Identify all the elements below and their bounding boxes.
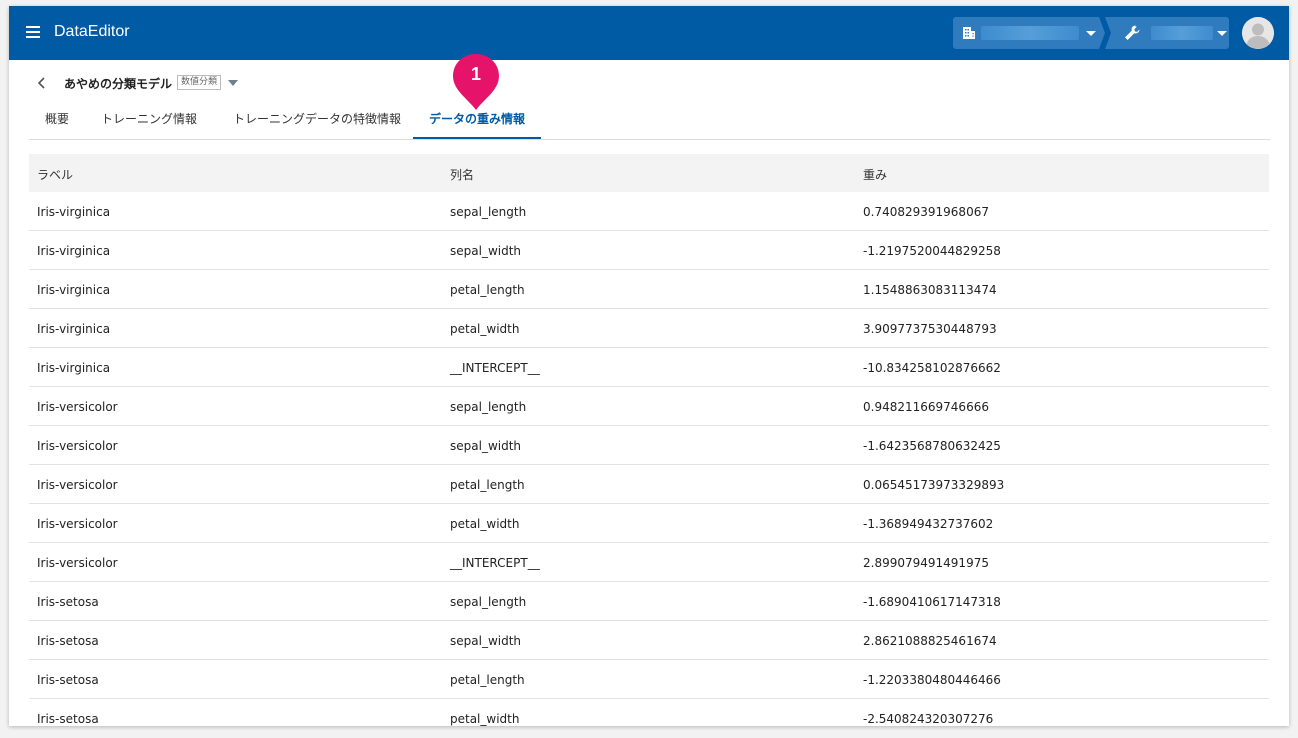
cell-column-name: petal_width	[450, 712, 520, 726]
back-chevron-icon[interactable]	[36, 76, 48, 90]
cell-column-name: petal_length	[450, 283, 525, 297]
app-window: DataEditor あやめの分類モデル 数値分類 概要 トレーニング情報 トレ…	[9, 6, 1289, 726]
chevron-down-icon	[1217, 31, 1227, 36]
table-row: Iris-virginica __INTERCEPT__ -10.834258102…	[29, 348, 1269, 387]
cell-weight: -1.6423568780632425	[863, 439, 1001, 453]
model-name: あやめの分類モデル	[64, 77, 173, 91]
cell-weight: 0.948211669746666	[863, 400, 989, 414]
cell-label: Iris-virginica	[37, 361, 111, 375]
cell-weight: 0.06545173973329893	[863, 478, 1005, 492]
user-avatar-icon[interactable]	[1242, 17, 1274, 49]
cell-label: Iris-setosa	[37, 595, 99, 609]
cell-label: Iris-versicolor	[37, 556, 118, 570]
table-header: ラベル 列名 重み	[29, 154, 1269, 192]
tab-training-info[interactable]: トレーニング情報	[89, 104, 209, 139]
table-row: Iris-virginica petal_length 1.154886308311…	[29, 270, 1269, 309]
cell-label: Iris-virginica	[37, 322, 111, 336]
table-row: Iris-setosa petal_length -1.22033804804464…	[29, 660, 1269, 699]
table-row: Iris-versicolor petal_length 0.06545173973…	[29, 465, 1269, 504]
organization-select[interactable]	[953, 17, 1105, 49]
step-marker: 1	[452, 52, 500, 112]
tab-training-data-features[interactable]: トレーニングデータの特徴情報	[225, 104, 409, 139]
table-row: Iris-versicolor sepal_width -1.64235687806…	[29, 426, 1269, 465]
tool-select-value	[1151, 26, 1213, 40]
table-row: Iris-virginica petal_width 3.9097737530448…	[29, 309, 1269, 348]
table-row: Iris-virginica sepal_width -1.219752004482…	[29, 231, 1269, 270]
table-row: Iris-versicolor petal_width -1.36894943273…	[29, 504, 1269, 543]
cell-label: Iris-versicolor	[37, 439, 118, 453]
table-row: Iris-versicolor sepal_length 0.94821166974…	[29, 387, 1269, 426]
wrench-icon	[1125, 25, 1140, 40]
column-header-label: ラベル	[37, 168, 74, 182]
cell-weight: 0.740829391968067	[863, 205, 989, 219]
tool-select[interactable]	[1105, 17, 1229, 49]
table-row: Iris-virginica sepal_length 0.740829391968…	[29, 192, 1269, 231]
cell-column-name: sepal_width	[450, 244, 522, 258]
cell-label: Iris-versicolor	[37, 478, 118, 492]
weights-table: ラベル 列名 重み Iris-virginica sepal_length 0.74…	[29, 154, 1269, 726]
cell-label: Iris-versicolor	[37, 400, 118, 414]
cell-column-name: sepal_length	[450, 595, 527, 609]
cell-label: Iris-setosa	[37, 673, 99, 687]
cell-column-name: __INTERCEPT__	[450, 556, 540, 570]
cell-label: Iris-setosa	[37, 712, 99, 726]
cell-column-name: petal_width	[450, 517, 520, 531]
tab-overview[interactable]: 概要	[29, 104, 85, 139]
cell-column-name: sepal_length	[450, 400, 527, 414]
model-type-badge: 数値分類	[177, 75, 222, 90]
table-row: Iris-setosa sepal_width 2.8621088825461674	[29, 621, 1269, 660]
building-icon	[963, 27, 975, 39]
model-dropdown-icon[interactable]	[228, 80, 238, 86]
cell-label: Iris-virginica	[37, 244, 111, 258]
cell-column-name: petal_width	[450, 322, 520, 336]
table-row: Iris-setosa sepal_length -1.68904106171473…	[29, 582, 1269, 621]
column-header-column-name: 列名	[450, 168, 475, 182]
cell-label: Iris-setosa	[37, 634, 99, 648]
cell-column-name: petal_length	[450, 478, 525, 492]
cell-column-name: sepal_width	[450, 439, 522, 453]
cell-column-name: __INTERCEPT__	[450, 361, 540, 375]
cell-weight: -1.6890410617147318	[863, 595, 1001, 609]
cell-column-name: sepal_length	[450, 205, 527, 219]
organization-select-value	[981, 26, 1079, 40]
app-title: DataEditor	[54, 23, 130, 40]
cell-label: Iris-virginica	[37, 283, 111, 297]
top-app-bar: DataEditor	[9, 6, 1289, 60]
table-row: Iris-setosa petal_width -2.540824320307276	[29, 699, 1269, 726]
cell-weight: -1.368949432737602	[863, 517, 994, 531]
cell-label: Iris-virginica	[37, 205, 111, 219]
cell-weight: 2.8621088825461674	[863, 634, 997, 648]
cell-weight: 1.1548863083113474	[863, 283, 997, 297]
step-marker-label: 1	[470, 64, 481, 84]
cell-weight: 3.9097737530448793	[863, 322, 997, 336]
cell-column-name: petal_length	[450, 673, 525, 687]
hamburger-menu-icon[interactable]	[26, 26, 40, 38]
cell-label: Iris-versicolor	[37, 517, 118, 531]
chevron-down-icon	[1086, 31, 1096, 36]
cell-column-name: sepal_width	[450, 634, 522, 648]
cell-weight: -10.834258102876662	[863, 361, 1001, 375]
cell-weight: -1.2203380480446466	[863, 673, 1001, 687]
cell-weight: -1.2197520044829258	[863, 244, 1001, 258]
tab-bar: 概要 トレーニング情報 トレーニングデータの特徴情報 データの重み情報	[29, 104, 1270, 140]
table-body: Iris-virginica sepal_length 0.740829391968…	[29, 192, 1269, 726]
cell-weight: 2.899079491491975	[863, 556, 989, 570]
table-row: Iris-versicolor __INTERCEPT__ 2.8990794914…	[29, 543, 1269, 582]
column-header-weight: 重み	[863, 168, 888, 182]
cell-weight: -2.540824320307276	[863, 712, 994, 726]
